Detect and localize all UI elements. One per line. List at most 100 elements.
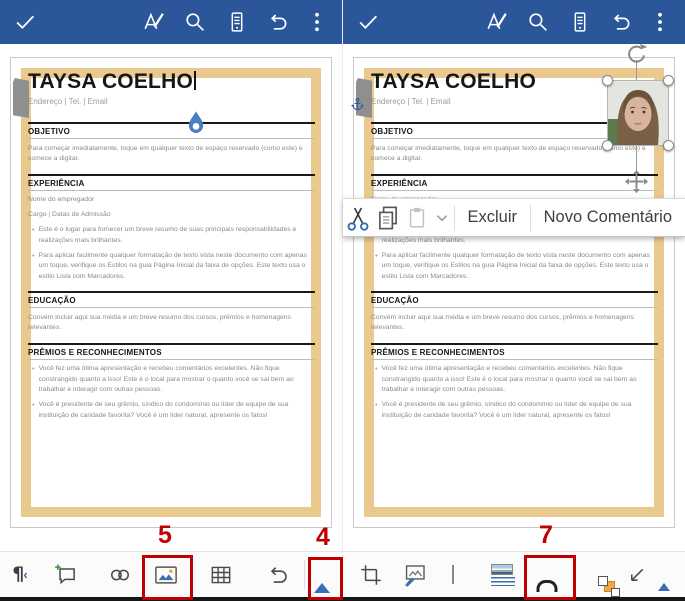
expand-ribbon-icon[interactable] xyxy=(658,565,670,591)
resume-name-title[interactable]: TAYSA COELHO xyxy=(28,70,315,94)
section-paragraph[interactable]: Nome do empregador xyxy=(28,195,315,206)
bookmark-ribbon xyxy=(13,78,29,118)
bullet-marker: • xyxy=(375,250,378,260)
resume-sections: OBJETIVO Para começar imediatamente, toqu… xyxy=(371,122,658,422)
cut-icon[interactable] xyxy=(343,199,373,236)
top-toolbar xyxy=(343,0,685,44)
resize-handle-top-left[interactable] xyxy=(602,75,613,86)
change-picture-icon[interactable] xyxy=(452,564,454,584)
undo-icon[interactable] xyxy=(264,562,290,588)
section-heading[interactable]: EXPERIÊNCIA xyxy=(371,176,658,191)
inserted-photo[interactable] xyxy=(602,75,674,151)
bullet-text: Você fez uma ótima apresentação e recebe… xyxy=(38,365,294,394)
context-menu: Excluir Novo Comentário xyxy=(343,198,685,237)
link-icon[interactable] xyxy=(107,562,133,588)
search-icon[interactable] xyxy=(526,10,551,35)
annotation-box-step7 xyxy=(524,555,576,600)
copy-icon[interactable] xyxy=(373,199,403,236)
bullet-marker: • xyxy=(32,364,35,374)
anchor-icon xyxy=(350,96,365,112)
bullet-text: Para aplicar facilmente qualquer formata… xyxy=(381,251,650,280)
bullet-marker: • xyxy=(32,400,35,410)
resume-section: PRÊMIOS E RECONHECIMENTOS • Você fez uma ó… xyxy=(371,342,658,422)
section-paragraph[interactable]: Para começar imediatamente, toque em qua… xyxy=(28,144,315,165)
annotation-box-step5 xyxy=(142,555,193,600)
section-paragraph[interactable]: Convém incluir aqui sua média e um breve… xyxy=(28,313,315,334)
section-paragraph[interactable]: Convém incluir aqui sua média e um breve… xyxy=(371,313,658,334)
picture-layout-icon[interactable] xyxy=(491,563,515,586)
section-paragraph[interactable]: Para começar imediatamente, toque em qua… xyxy=(371,144,658,165)
section-heading[interactable]: OBJETIVO xyxy=(28,124,315,139)
crop-icon[interactable] xyxy=(358,562,384,588)
section-heading[interactable]: EDUCAÇÃO xyxy=(28,293,315,309)
resume-section: EXPERIÊNCIA Nome do empregador Cargo | Dat… xyxy=(28,173,315,283)
format-text-icon[interactable] xyxy=(141,10,166,35)
document-canvas[interactable]: TAYSA COELHO Endereço | Tel. | Email OBJ… xyxy=(0,44,342,552)
top-toolbar xyxy=(0,0,342,44)
toolbar-divider xyxy=(304,560,305,589)
resize-icon[interactable] xyxy=(625,562,650,587)
annotation-number-5: 5 xyxy=(158,521,172,549)
picture-format-icon[interactable] xyxy=(402,561,429,588)
section-heading[interactable]: PRÊMIOS E RECONHECIMENTOS xyxy=(28,345,315,360)
text-cursor-drag-handle[interactable] xyxy=(186,110,206,136)
word-mobile-tutorial-screenshot: TAYSA COELHO Endereço | Tel. | Email OBJ… xyxy=(0,0,685,601)
chevron-down-icon[interactable] xyxy=(431,199,454,236)
section-bullet[interactable]: • Você fez uma ótima apresentação e receb… xyxy=(375,364,658,396)
annotation-number-4: 4 xyxy=(316,523,330,551)
section-heading[interactable]: EXPERIÊNCIA xyxy=(28,176,315,191)
paste-icon[interactable] xyxy=(403,199,431,236)
section-bullet[interactable]: • Você é presidente de seu grêmio, síndic… xyxy=(32,400,315,421)
bullet-text: Você é presidente de seu grêmio, síndico… xyxy=(381,401,632,419)
undo-icon[interactable] xyxy=(265,10,290,35)
bottom-toolbar-picture xyxy=(343,551,685,597)
right-screenshot-panel: TAYSA COELHO Endereço | Tel. | Email OBJ… xyxy=(343,0,685,601)
resume-section: PRÊMIOS E RECONHECIMENTOS • Você fez uma ó… xyxy=(28,342,315,422)
resume-section: EDUCAÇÃO Convém incluir aqui sua média e … xyxy=(371,291,658,334)
annotation-number-7: 7 xyxy=(539,521,553,549)
undo-icon[interactable] xyxy=(608,10,633,35)
left-screenshot-panel: TAYSA COELHO Endereço | Tel. | Email OBJ… xyxy=(0,0,343,601)
mobile-view-icon[interactable] xyxy=(225,10,250,35)
section-heading[interactable]: PRÊMIOS E RECONHECIMENTOS xyxy=(371,345,658,360)
bullet-marker: • xyxy=(32,225,35,235)
overflow-menu-icon[interactable] xyxy=(305,10,330,35)
format-text-icon[interactable] xyxy=(484,10,509,35)
bullet-text: Você é presidente de seu grêmio, síndico… xyxy=(38,401,289,419)
resume-page[interactable]: TAYSA COELHO Endereço | Tel. | Email OBJ… xyxy=(10,57,332,528)
new-comment-icon[interactable] xyxy=(53,562,79,588)
section-paragraph[interactable]: Cargo | Datas de Admissão xyxy=(28,210,315,221)
new-comment-button[interactable]: Novo Comentário xyxy=(531,199,685,236)
bullet-marker: • xyxy=(375,364,378,374)
section-bullet[interactable]: •Este é o lugar para fornecer um breve r… xyxy=(32,225,315,246)
resize-handle-bottom-right[interactable] xyxy=(663,140,674,151)
resume-sections: OBJETIVO Para começar imediatamente, toqu… xyxy=(28,122,315,422)
bullet-text: Você fez uma ótima apresentação e recebe… xyxy=(381,365,637,394)
annotation-box-step4 xyxy=(308,557,343,600)
formatting-marks-icon[interactable]: ¶‹ xyxy=(12,564,27,585)
section-heading[interactable]: EDUCAÇÃO xyxy=(371,293,658,309)
text-cursor xyxy=(193,71,196,90)
bullet-marker: • xyxy=(375,400,378,410)
overflow-menu-icon[interactable] xyxy=(648,10,673,35)
check-icon[interactable] xyxy=(356,10,381,35)
resume-content: TAYSA COELHO Endereço | Tel. | Email OBJ… xyxy=(11,58,331,527)
section-bullet[interactable]: • Você fez uma ótima apresentação e receb… xyxy=(32,364,315,396)
search-icon[interactable] xyxy=(183,10,208,35)
resize-handle-bottom-left[interactable] xyxy=(602,140,613,151)
bullet-marker: • xyxy=(32,250,35,260)
check-icon[interactable] xyxy=(13,10,38,35)
resize-handle-top-right[interactable] xyxy=(663,75,674,86)
insert-table-icon[interactable] xyxy=(208,562,234,588)
bullet-text: Para aplicar facilmente qualquer formata… xyxy=(38,251,307,280)
resume-section: EDUCAÇÃO Convém incluir aqui sua média e … xyxy=(28,291,315,334)
rotate-handle-icon[interactable] xyxy=(624,41,649,66)
bullet-text: Este é o lugar para fornecer um breve re… xyxy=(38,226,297,244)
resume-contact-line[interactable]: Endereço | Tel. | Email xyxy=(28,97,315,106)
delete-button[interactable]: Excluir xyxy=(455,199,531,236)
section-bullet[interactable]: • Você é presidente de seu grêmio, síndic… xyxy=(375,400,658,421)
section-bullet[interactable]: • Para aplicar facilmente qualquer format… xyxy=(32,251,315,283)
move-handle-icon[interactable] xyxy=(622,167,651,196)
mobile-view-icon[interactable] xyxy=(568,10,593,35)
section-bullet[interactable]: • Para aplicar facilmente qualquer format… xyxy=(375,251,658,283)
